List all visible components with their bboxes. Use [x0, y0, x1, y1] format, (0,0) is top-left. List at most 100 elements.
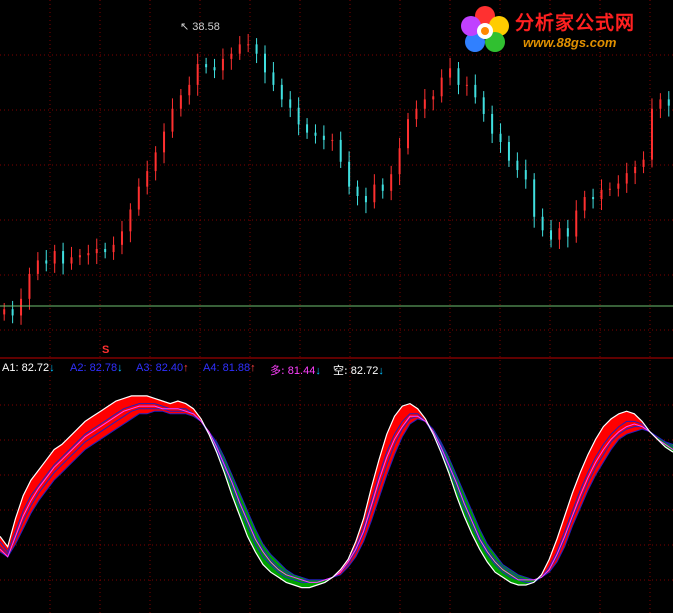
sell-signal-marker: S [102, 344, 110, 356]
price-candle-body [272, 72, 275, 85]
price-candle-body [322, 135, 325, 140]
price-candle-body [129, 209, 132, 232]
price-candle-body [196, 64, 199, 85]
price-candle-body [280, 84, 283, 100]
price-candle-body [331, 139, 334, 141]
price-candle-body [524, 170, 527, 180]
indicator-fill-segment [77, 420, 86, 458]
indicator-fill-segment [239, 492, 248, 537]
price-candle-body [667, 99, 670, 106]
indicator-fill-segment [247, 510, 256, 552]
indicator-fill-segment [69, 428, 78, 466]
price-candle-body [634, 166, 637, 174]
indicator-fill-segment [463, 492, 473, 534]
legend-a1: A1: 82.72↓ [2, 362, 55, 374]
price-candle-body [558, 228, 561, 240]
price-candle-body [247, 44, 250, 46]
price-candle-body [482, 97, 485, 114]
legend-a3: A3: 82.40↑ [136, 362, 189, 374]
price-candle-body [78, 255, 81, 258]
price-candle-body [423, 99, 426, 109]
price-candle-body [465, 84, 468, 86]
site-watermark: 分析家公式网 www.88gs.com [457, 4, 667, 56]
watermark-url: www.88gs.com [523, 35, 617, 50]
price-candle-body [53, 251, 56, 264]
price-candle-body [440, 77, 443, 97]
price-candle-body [575, 210, 578, 237]
price-candle-body [642, 159, 645, 167]
price-candle-body [213, 67, 216, 71]
price-candle-body [449, 68, 452, 78]
indicator-fill-segment [61, 436, 70, 474]
price-candle-body [566, 228, 569, 237]
high-price-arrow-icon: ↖ [180, 21, 190, 33]
price-candle-body [507, 141, 510, 161]
price-candle-body [95, 248, 98, 254]
legend-long: 多: 81.44↓ [270, 364, 321, 377]
price-candle-body [62, 251, 65, 264]
price-candle-body [390, 174, 393, 191]
price-candle-body [617, 183, 620, 189]
price-candle-body [381, 184, 384, 191]
price-candle-body [238, 44, 241, 54]
price-candle-body [541, 216, 544, 231]
price-candle-body [205, 64, 208, 68]
price-candle-body [348, 161, 351, 187]
price-candle-body [163, 131, 166, 153]
indicator-fill-segment [138, 395, 148, 415]
price-candle-body [289, 99, 292, 108]
chart-canvas [0, 0, 673, 613]
price-candle-body [608, 188, 611, 190]
high-price-marker: ↖ 38.58 [180, 20, 220, 33]
price-candle-body [11, 309, 14, 316]
price-candle-body [457, 68, 460, 85]
price-candle-body [120, 231, 123, 245]
price-candle-body [625, 173, 628, 184]
price-candle-body [339, 139, 342, 162]
watermark-title: 分析家公式网 [515, 12, 636, 34]
price-candle-body [36, 260, 39, 274]
price-candle-body [263, 53, 266, 73]
price-candle-body [516, 160, 519, 171]
price-candles [3, 33, 670, 325]
high-price-value: 38.58 [192, 21, 220, 33]
flower-logo-icon [461, 6, 509, 52]
price-candle-body [364, 196, 367, 203]
price-candle-body [306, 124, 309, 133]
price-candle-body [179, 95, 182, 109]
indicator-fills [0, 395, 673, 588]
price-candle-body [221, 58, 224, 71]
price-candle-body [373, 184, 376, 203]
price-candle-body [20, 298, 23, 316]
price-candle-body [407, 119, 410, 149]
price-candle-body [70, 257, 73, 264]
indicator-fill-segment [626, 410, 635, 435]
price-candle-body [255, 44, 258, 54]
price-candle-body [171, 108, 174, 132]
legend-short: 空: 82.72↓ [333, 364, 384, 377]
price-candle-body [314, 132, 317, 136]
price-candle-body [146, 171, 149, 187]
price-candle-body [659, 99, 662, 109]
price-candle-body [112, 244, 115, 253]
price-candle-body [550, 230, 553, 240]
price-candle-body [137, 186, 140, 210]
price-candle-body [356, 186, 359, 197]
price-candle-body [3, 309, 6, 315]
price-candle-body [499, 133, 502, 142]
price-candle-body [188, 84, 191, 96]
price-candle-body [600, 189, 603, 200]
price-candle-body [583, 197, 586, 211]
price-candle-body [398, 148, 401, 175]
price-candle-body [154, 152, 157, 172]
price-candle-body [650, 108, 653, 160]
price-candle-body [297, 107, 300, 125]
legend-a2: A2: 82.78↓ [70, 362, 123, 374]
indicator-fill-segment [378, 434, 388, 499]
price-candle-body [45, 260, 48, 264]
price-candle-body [491, 113, 494, 134]
price-candle-body [592, 197, 595, 200]
price-candle-body [87, 253, 90, 256]
price-candle-body [533, 179, 536, 217]
price-candle-body [28, 273, 31, 299]
